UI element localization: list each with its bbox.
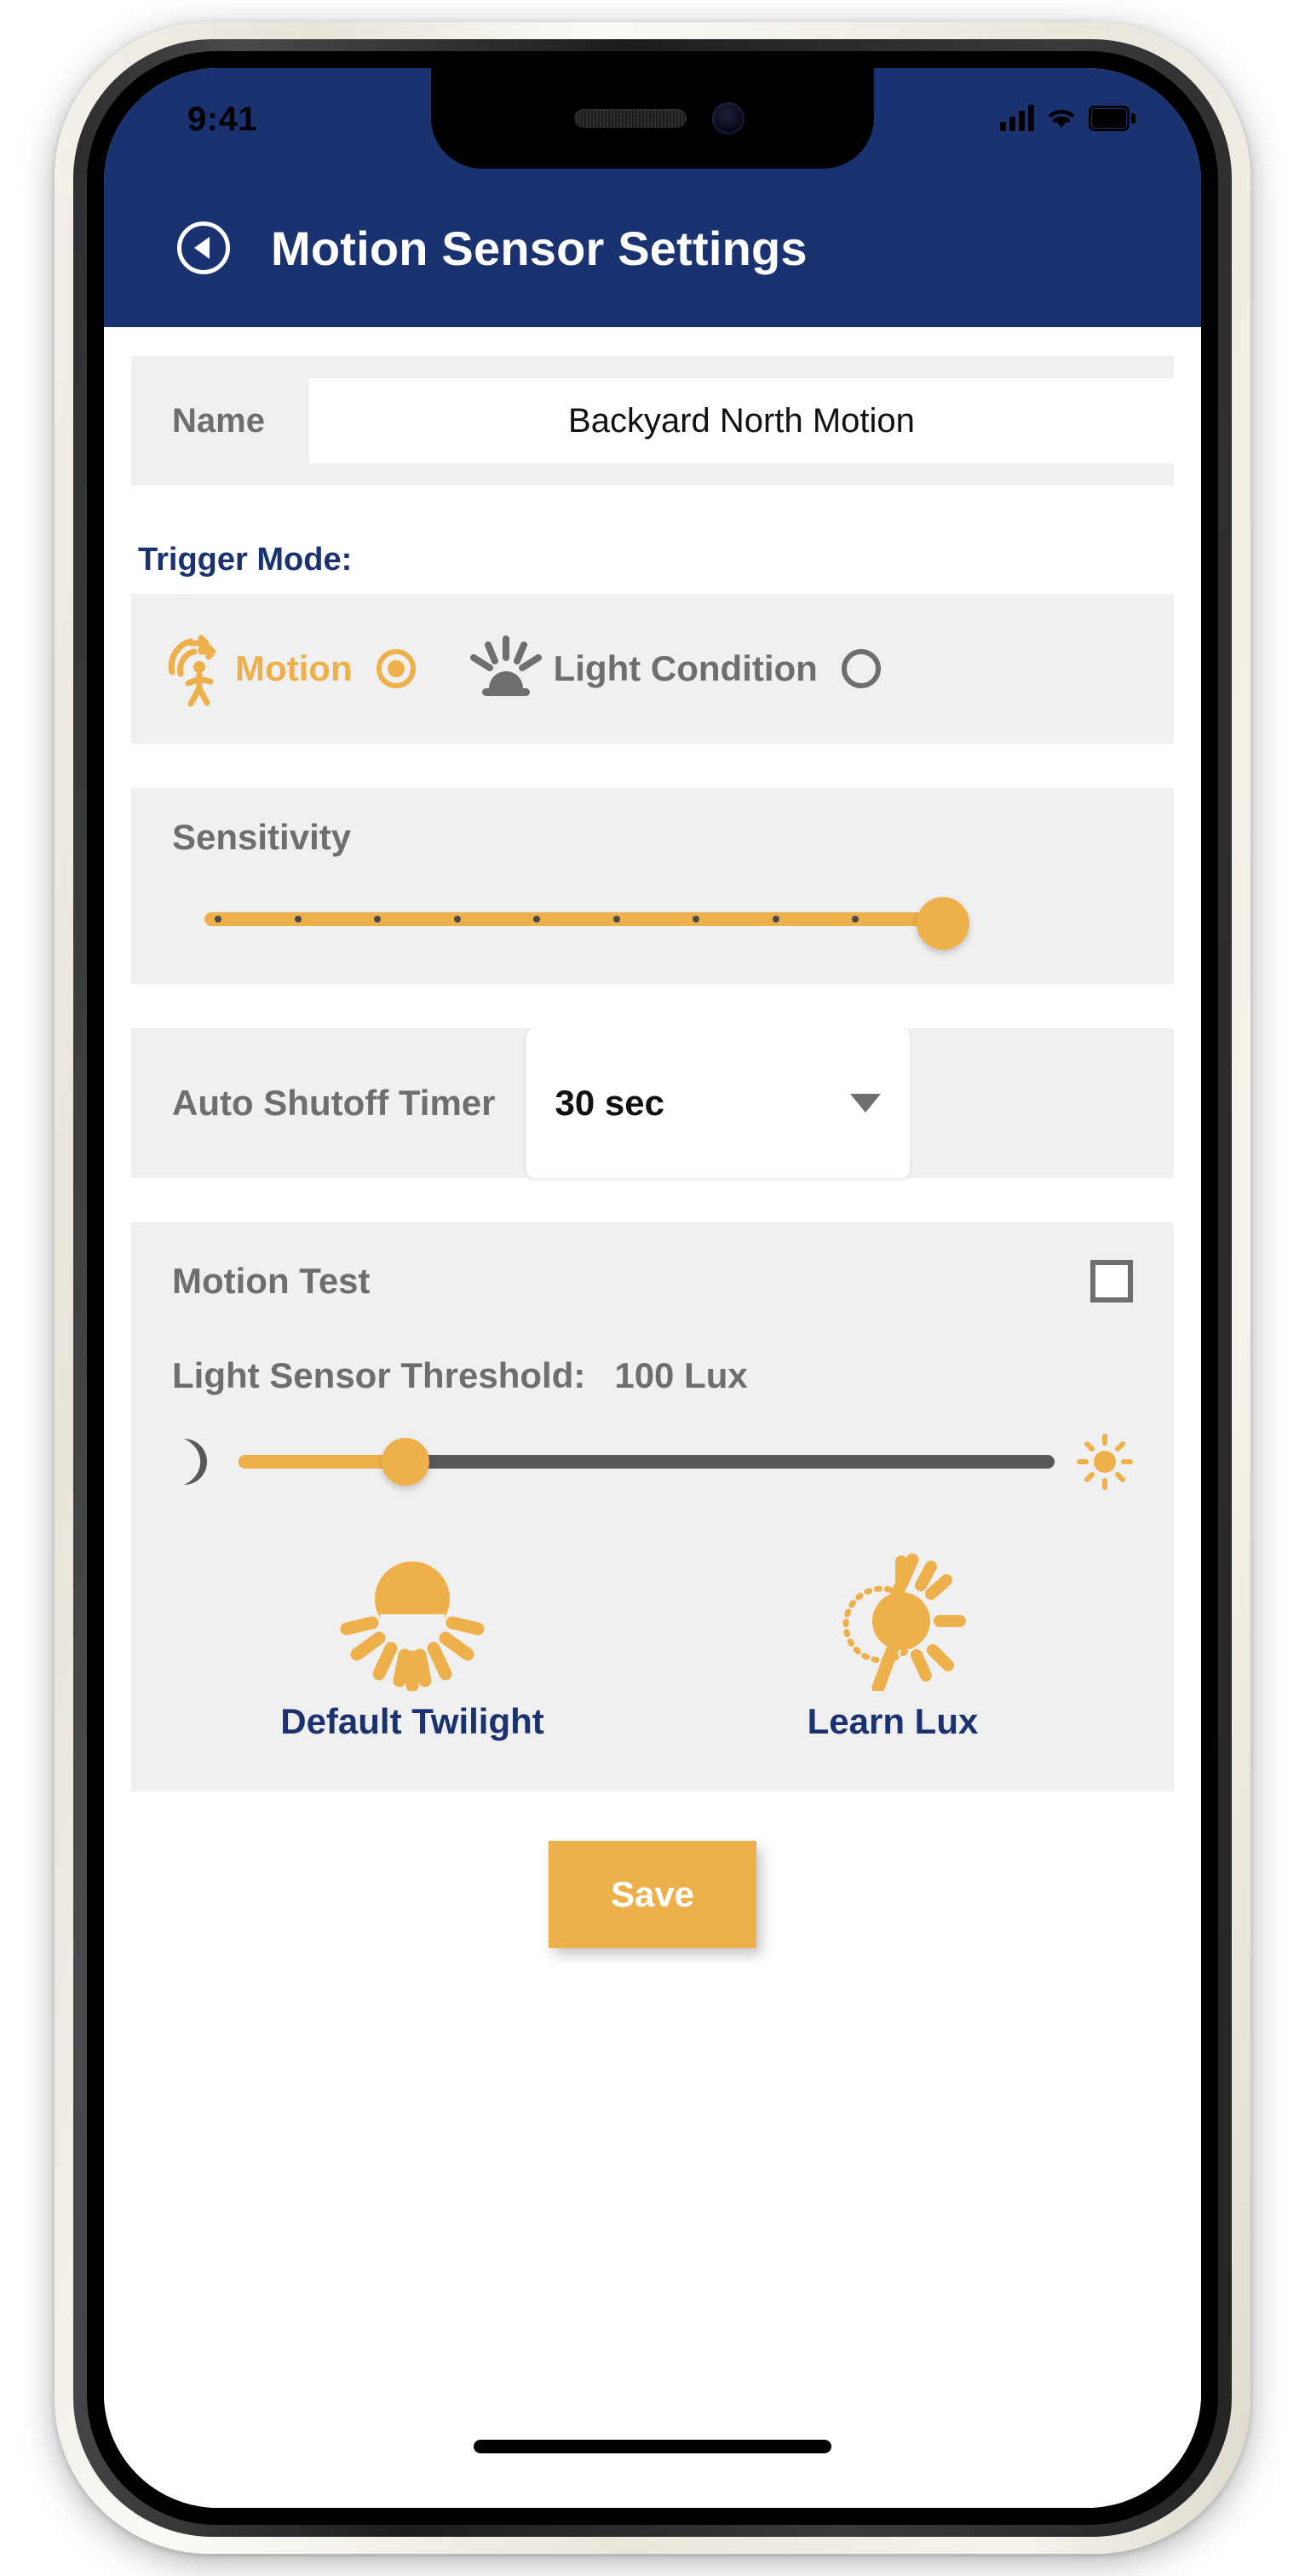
lux-slider-thumb[interactable] [381,1438,429,1486]
notch [431,68,874,169]
settings-content: Name Backyard North Motion Trigger Mode: [104,327,1201,2508]
moon-icon [184,1439,207,1485]
motion-test-card: Motion Test Light Sensor Threshold: 100 … [131,1222,1174,1791]
auto-shutoff-value: 30 sec [555,1083,664,1123]
phone-device-frame: 9:41 Motion Sensor Settings Name Backyar… [55,22,1250,2554]
phone-screen: 9:41 Motion Sensor Settings Name Backyar… [104,68,1201,2508]
earpiece-speaker-icon [574,109,687,128]
save-button-wrapper: Save [104,1841,1201,1948]
walking-person-motion-icon [168,635,216,707]
default-twilight-button[interactable]: Default Twilight [242,1546,583,1742]
lux-slider[interactable] [239,1438,1055,1486]
name-row: Name Backyard North Motion [131,356,1174,486]
app-header: Motion Sensor Settings [104,169,1201,327]
page-title: Motion Sensor Settings [271,221,808,275]
sun-icon [1077,1434,1133,1490]
auto-shutoff-select[interactable]: 30 sec [526,1028,910,1178]
radio-light-condition[interactable] [841,649,881,688]
status-bar-time: 9:41 [187,101,258,138]
learn-lux-label: Learn Lux [807,1701,979,1741]
sun-clock-learn-icon [842,1553,966,1691]
dusk-sun-icon [340,1561,485,1691]
learn-lux-button[interactable]: Learn Lux [722,1546,1063,1742]
home-indicator[interactable] [474,2440,831,2453]
threshold-action-buttons: Default Twilight Learn Lux [172,1546,1133,1742]
trigger-option-light-label: Light Condition [553,648,818,688]
auto-shutoff-row: Auto Shutoff Timer 30 sec [131,1028,1174,1178]
default-twilight-label: Default Twilight [280,1701,544,1741]
sensitivity-slider-thumb[interactable] [917,897,969,950]
checkbox-unchecked-icon[interactable] [1090,1260,1133,1302]
radio-motion[interactable] [376,649,416,688]
name-input[interactable]: Backyard North Motion [308,378,1174,463]
sensitivity-slider[interactable] [204,897,971,950]
auto-shutoff-label: Auto Shutoff Timer [172,1083,496,1123]
wifi-icon [1049,109,1074,128]
phone-bezel: 9:41 Motion Sensor Settings Name Backyar… [87,51,1218,2525]
phone-metal-band: 9:41 Motion Sensor Settings Name Backyar… [73,39,1232,2537]
status-bar-icons [1000,104,1135,131]
motion-test-row: Motion Test [172,1260,1133,1302]
trigger-mode-options: Motion Light Condition [131,594,1174,744]
light-threshold-value: 100 Lux [614,1355,748,1395]
save-button[interactable]: Save [549,1841,756,1948]
sensitivity-label: Sensitivity [172,817,352,857]
name-label: Name [172,401,265,440]
battery-full-icon [1089,106,1135,131]
trigger-mode-label: Trigger Mode: [138,542,353,578]
sensitivity-ticks [215,916,939,923]
sensitivity-row: Sensitivity [131,788,1174,984]
screenshot-stage: 9:41 Motion Sensor Settings Name Backyar… [0,0,1305,2576]
trigger-option-motion-label: Motion [235,648,353,688]
sunrise-icon [469,635,542,696]
back-chevron-icon[interactable] [177,221,230,274]
trigger-option-motion[interactable]: Motion [165,630,416,708]
light-threshold-label: Light Sensor Threshold: [172,1355,586,1395]
motion-test-label: Motion Test [172,1261,371,1301]
chevron-down-icon [849,1094,881,1113]
lux-slider-row [172,1434,1133,1490]
light-threshold-row: Light Sensor Threshold: 100 Lux [172,1355,1133,1396]
front-camera-icon [712,102,744,135]
cellular-signal-icon [1000,104,1034,131]
trigger-option-light-condition[interactable]: Light Condition [467,635,881,702]
